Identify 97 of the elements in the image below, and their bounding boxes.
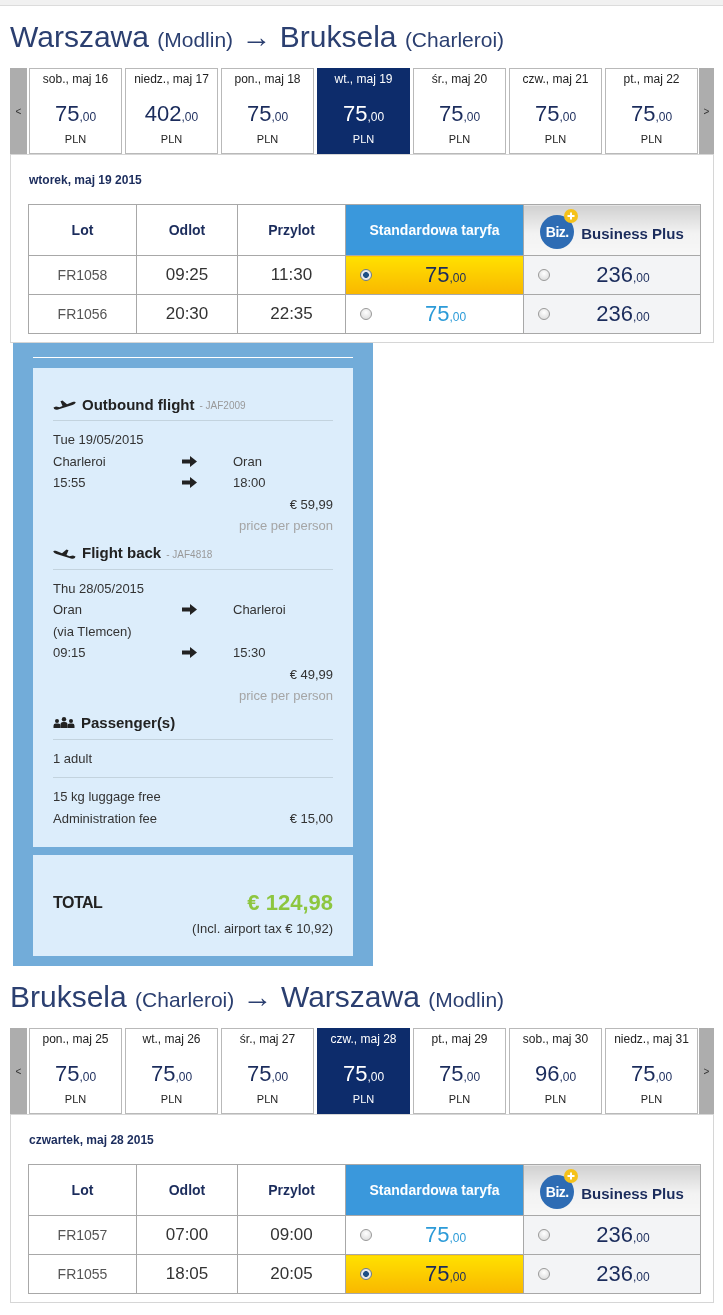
route-from: 09:15 (53, 644, 86, 662)
route-title: Warszawa (Modlin) → Bruksela (Charleroi) (10, 19, 505, 55)
fare-price: 236,00 (595, 301, 651, 327)
flight-price: € 49,99 (289, 666, 333, 682)
flight-number: FR1056 (28, 294, 137, 334)
previous-dates-button[interactable]: < (10, 68, 27, 154)
radio-button[interactable] (360, 1268, 372, 1280)
date-card[interactable]: czw., maj 28 75,00 PLN (317, 1028, 410, 1114)
column-title: Business Plus (581, 1184, 684, 1202)
fare-price: 75,00 (423, 262, 468, 288)
arrow-right-icon (182, 604, 197, 616)
date-card[interactable]: sob., maj 16 75,00 PLN (29, 68, 122, 154)
flight-date: Thu 28/05/2015 (53, 580, 145, 596)
next-dates-button[interactable]: > (699, 1028, 714, 1114)
route-from: Charleroi (53, 452, 106, 471)
flight-date: Tue 19/05/2015 (53, 432, 144, 447)
arrow-right-icon (182, 477, 197, 489)
fare-price: 75,00 (423, 1222, 468, 1248)
flight-code: - JAF2009 (199, 400, 246, 411)
radio-button[interactable] (538, 269, 550, 281)
column-header: Standardowa taryfa (345, 204, 524, 256)
date-card[interactable]: niedz., maj 17 402,00 PLN (125, 68, 218, 154)
date-card[interactable]: wt., maj 26 75,00 PLN (125, 1028, 218, 1114)
flight-code: - JAF4818 (166, 548, 213, 560)
departure-time: 07:00 (136, 1215, 238, 1255)
arrival-time: 20:05 (237, 1254, 346, 1294)
plus-icon (564, 1169, 579, 1183)
extra-price: € 15,00 (289, 809, 333, 828)
next-dates-button[interactable]: > (699, 68, 714, 154)
column-header: Lot (28, 1164, 137, 1216)
section-heading: Passenger(s) (81, 714, 176, 731)
arrow-right-icon (182, 647, 197, 659)
arrow-right-icon (182, 455, 197, 467)
route-to: 15:30 (233, 644, 266, 662)
extra-label: 15 kg luggage free (53, 788, 161, 806)
column-header: Odlot (136, 204, 238, 256)
total-label: TOTAL (53, 894, 103, 912)
tax-note: (Incl. airport tax € 10,92) (192, 920, 333, 938)
plus-icon (564, 209, 579, 223)
column-header: Przylot (237, 204, 346, 256)
date-card[interactable]: śr., maj 27 75,00 PLN (221, 1028, 314, 1114)
passenger-count: 1 adult (53, 750, 93, 766)
date-card[interactable]: pon., maj 18 75,00 PLN (221, 68, 314, 154)
departure-time: 20:30 (136, 294, 238, 334)
date-card[interactable]: czw., maj 21 75,00 PLN (509, 68, 602, 154)
fare-price: 75,00 (423, 301, 468, 327)
date-card[interactable]: wt., maj 19 75,00 PLN (317, 68, 410, 154)
date-card[interactable]: śr., maj 20 75,00 PLN (413, 68, 506, 154)
total-amount: € 124,98 (247, 890, 333, 916)
people-icon (53, 717, 75, 728)
plane-takeoff-icon (53, 398, 76, 410)
fare-price: 75,00 (423, 1261, 468, 1287)
route-from: 15:55 (53, 474, 86, 492)
route-to: Oran (233, 452, 262, 471)
departure-time: 18:05 (136, 1254, 238, 1294)
column-header: Przylot (237, 1164, 346, 1216)
flight-number: FR1055 (28, 1254, 137, 1294)
route-from: Oran (53, 601, 82, 619)
fare-price: 236,00 (595, 262, 651, 288)
biz-logo: Biz. (540, 1175, 575, 1209)
radio-button[interactable] (538, 308, 550, 320)
radio-button[interactable] (360, 1229, 372, 1241)
price-note: price per person (239, 518, 333, 533)
selected-date: wtorek, maj 19 2015 (29, 172, 142, 188)
column-title: Business Plus (581, 224, 684, 242)
route-to: Charleroi (233, 601, 286, 619)
fare-price: 236,00 (595, 1261, 651, 1287)
flight-number: FR1058 (28, 255, 137, 295)
arrival-time: 11:30 (237, 255, 346, 295)
selected-date: czwartek, maj 28 2015 (29, 1132, 154, 1148)
flight-price: € 59,99 (289, 496, 333, 512)
column-header: Lot (28, 204, 137, 256)
route-to: 18:00 (233, 474, 266, 492)
column-header: Odlot (136, 1164, 238, 1216)
date-card[interactable]: pon., maj 25 75,00 PLN (29, 1028, 122, 1114)
departure-time: 09:25 (136, 255, 238, 295)
section-heading: Outbound flight (82, 395, 195, 413)
arrival-time: 22:35 (237, 294, 346, 334)
date-card[interactable]: pt., maj 22 75,00 PLN (605, 68, 698, 154)
flight-number: FR1057 (28, 1215, 137, 1255)
fare-price: 236,00 (595, 1222, 651, 1248)
route-note: (via Tlemcen) (53, 623, 132, 639)
biz-logo: Biz. (540, 215, 575, 249)
arrival-time: 09:00 (237, 1215, 346, 1255)
price-note: price per person (239, 688, 333, 703)
date-card[interactable]: niedz., maj 31 75,00 PLN (605, 1028, 698, 1114)
column-header: Standardowa taryfa (345, 1164, 524, 1216)
extra-label: Administration fee (53, 809, 158, 828)
radio-button[interactable] (360, 269, 372, 281)
route-title: Bruksela (Charleroi) → Warszawa (Modlin) (10, 979, 505, 1015)
previous-dates-button[interactable]: < (10, 1028, 27, 1114)
date-card[interactable]: pt., maj 29 75,00 PLN (413, 1028, 506, 1114)
date-card[interactable]: sob., maj 30 96,00 PLN (509, 1028, 602, 1114)
section-heading: Flight back (82, 544, 162, 561)
radio-button[interactable] (538, 1268, 550, 1280)
radio-button[interactable] (360, 308, 372, 320)
radio-button[interactable] (538, 1229, 550, 1241)
